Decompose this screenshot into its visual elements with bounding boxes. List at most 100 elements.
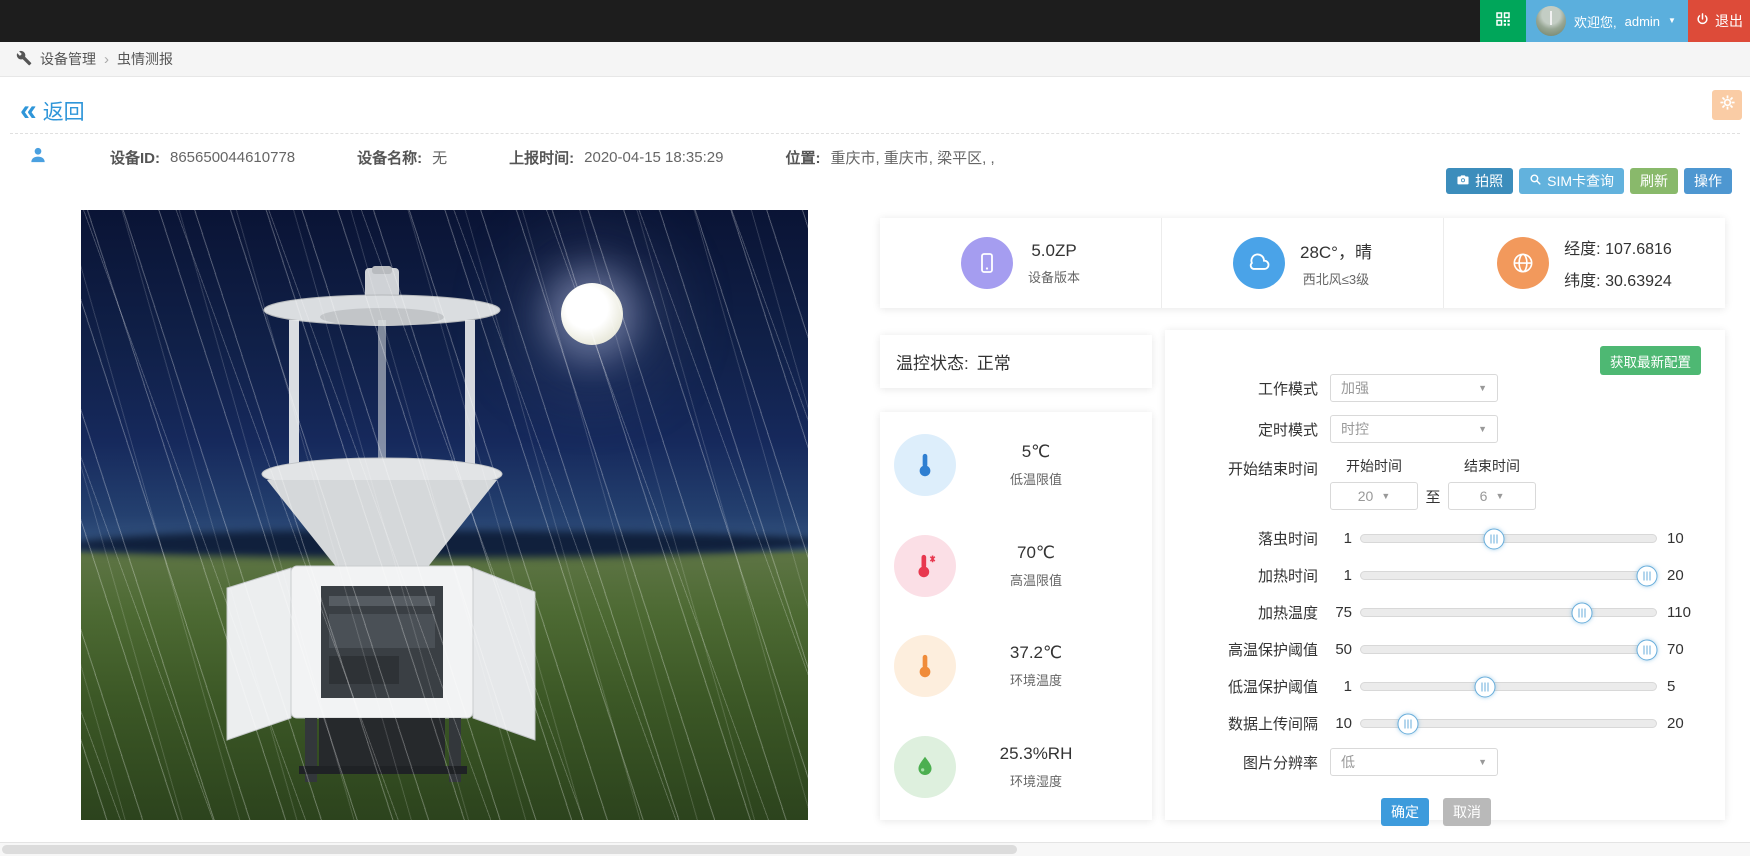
low-temp-limit-value: 5℃ [956, 442, 1116, 462]
photo-button[interactable]: 拍照 [1446, 168, 1513, 194]
sensor-readings-card: 5℃ 低温限值 70℃ 高温限值 37.2℃ 环境温度 [880, 412, 1152, 820]
horizontal-scrollbar[interactable] [0, 842, 1750, 856]
resolution-row: 图片分辨率 低 ▼ [1165, 748, 1707, 776]
ambient-temp-label: 环境温度 [956, 670, 1116, 689]
low-temp-limit-label: 低温限值 [956, 469, 1116, 488]
settings-gear-button[interactable] [1712, 90, 1742, 120]
sim-query-button[interactable]: SIM卡查询 [1519, 168, 1624, 194]
slider-track[interactable] [1360, 682, 1657, 691]
slider-label: 落虫时间 [1165, 528, 1330, 549]
work-mode-select[interactable]: 加强 ▼ [1330, 374, 1498, 402]
latitude-value: 纬度: 30.63924 [1564, 267, 1672, 291]
dashed-divider [10, 133, 1740, 134]
slider-track[interactable] [1360, 719, 1657, 728]
logout-label: 退出 [1715, 11, 1743, 31]
slider-handle[interactable] [1483, 528, 1504, 549]
start-time-header: 开始时间 [1330, 456, 1418, 476]
device-version-value: 5.0ZP [1028, 241, 1080, 261]
timer-mode-select[interactable]: 时控 ▼ [1330, 415, 1498, 443]
slider-handle[interactable] [1637, 639, 1658, 660]
resolution-select[interactable]: 低 ▼ [1330, 748, 1498, 776]
upload-interval-row: 数据上传间隔 10 20 [1165, 711, 1707, 736]
device-name-field: 设备名称: 无 [357, 147, 447, 168]
high-temp-protect-row: 高温保护阈值 50 70 [1165, 637, 1707, 662]
device-id-value: 865650044610778 [170, 149, 295, 166]
slider-min: 75 [1330, 604, 1360, 621]
device-name-label: 设备名称: [357, 147, 422, 168]
thermometer-ambient-icon [894, 635, 956, 697]
weather-card: 28C°，晴 西北风≤3级 [1161, 218, 1443, 308]
humidity-row: 25.3%RH 环境湿度 [880, 736, 1152, 798]
slider-max: 70 [1667, 641, 1707, 658]
breadcrumb-separator: › [104, 51, 109, 68]
back-button[interactable]: « 返回 [20, 96, 85, 126]
gear-icon [1719, 94, 1736, 116]
slider-label: 低温保护阈值 [1165, 676, 1330, 697]
report-time-value: 2020-04-15 18:35:29 [584, 149, 723, 166]
user-menu[interactable]: 欢迎您, admin ▼ [1526, 0, 1688, 42]
start-time-select[interactable]: 20 ▼ [1330, 482, 1418, 510]
qr-code-button[interactable] [1480, 0, 1526, 42]
slider-label: 加热温度 [1165, 602, 1330, 623]
phone-icon [961, 237, 1013, 289]
device-version-card: 5.0ZP 设备版本 [880, 218, 1161, 308]
chevron-down-icon: ▼ [1478, 424, 1487, 434]
slider-handle[interactable] [1474, 676, 1495, 697]
slider-label: 加热时间 [1165, 565, 1330, 586]
username: admin [1625, 14, 1660, 29]
resolution-value: 低 [1341, 752, 1355, 772]
slider-handle[interactable] [1398, 713, 1419, 734]
slider-min: 1 [1330, 678, 1360, 695]
device-photo [81, 210, 808, 820]
scrollbar-thumb[interactable] [2, 845, 1017, 854]
confirm-button[interactable]: 确定 [1381, 798, 1429, 826]
logout-button[interactable]: 退出 [1688, 0, 1750, 42]
device-id-label: 设备ID: [110, 147, 160, 168]
qr-code-icon [1494, 10, 1512, 33]
thermometer-high-icon [894, 535, 956, 597]
slider-max: 20 [1667, 567, 1707, 584]
report-time-field: 上报时间: 2020-04-15 18:35:29 [509, 147, 723, 168]
humidity-label: 环境湿度 [956, 771, 1116, 790]
operate-label: 操作 [1694, 171, 1722, 191]
refresh-label: 刷新 [1640, 171, 1668, 191]
timer-mode-value: 时控 [1341, 419, 1369, 439]
slider-track[interactable] [1360, 534, 1657, 543]
slider-track[interactable] [1360, 571, 1657, 580]
work-mode-row: 工作模式 加强 ▼ [1165, 374, 1707, 402]
globe-icon [1497, 237, 1549, 289]
slider-min: 10 [1330, 715, 1360, 732]
drop-insect-time-row: 落虫时间 1 10 [1165, 526, 1707, 551]
breadcrumb-item-device-mgmt[interactable]: 设备管理 [40, 49, 96, 69]
slider-track[interactable] [1360, 608, 1657, 617]
weather-value: 28C°，晴 [1300, 238, 1372, 263]
temp-control-status-value: 正常 [977, 349, 1011, 374]
slider-label: 数据上传间隔 [1165, 713, 1330, 734]
pest-trap-device [169, 266, 599, 786]
location-label: 位置: [785, 147, 820, 168]
end-time-value: 6 [1480, 488, 1488, 504]
cancel-button[interactable]: 取消 [1443, 798, 1491, 826]
slider-handle[interactable] [1572, 602, 1593, 623]
ambient-temp-value: 37.2℃ [956, 643, 1116, 663]
slider-handle[interactable] [1637, 565, 1658, 586]
breadcrumb-item-pest-report: 虫情测报 [117, 49, 173, 69]
refresh-button[interactable]: 刷新 [1630, 168, 1678, 194]
slider-max: 110 [1667, 604, 1707, 621]
temp-control-status-label: 温控状态: [896, 349, 969, 374]
cloud-icon [1233, 237, 1285, 289]
double-chevron-left-icon: « [20, 96, 35, 126]
power-icon [1695, 12, 1710, 30]
time-range-label: 开始结束时间 [1165, 458, 1330, 479]
top-navbar: 欢迎您, admin ▼ 退出 [0, 0, 1750, 42]
device-name-value: 无 [432, 147, 447, 168]
operate-button[interactable]: 操作 [1684, 168, 1732, 194]
action-toolbar: 拍照 SIM卡查询 刷新 操作 [1446, 168, 1732, 194]
work-mode-label: 工作模式 [1165, 378, 1330, 399]
start-time-value: 20 [1358, 488, 1374, 504]
location-value: 重庆市, 重庆市, 梁平区, , [830, 147, 994, 168]
end-time-select[interactable]: 6 ▼ [1448, 482, 1536, 510]
avatar [1536, 6, 1566, 36]
slider-track[interactable] [1360, 645, 1657, 654]
fetch-latest-config-button[interactable]: 获取最新配置 [1600, 346, 1701, 375]
